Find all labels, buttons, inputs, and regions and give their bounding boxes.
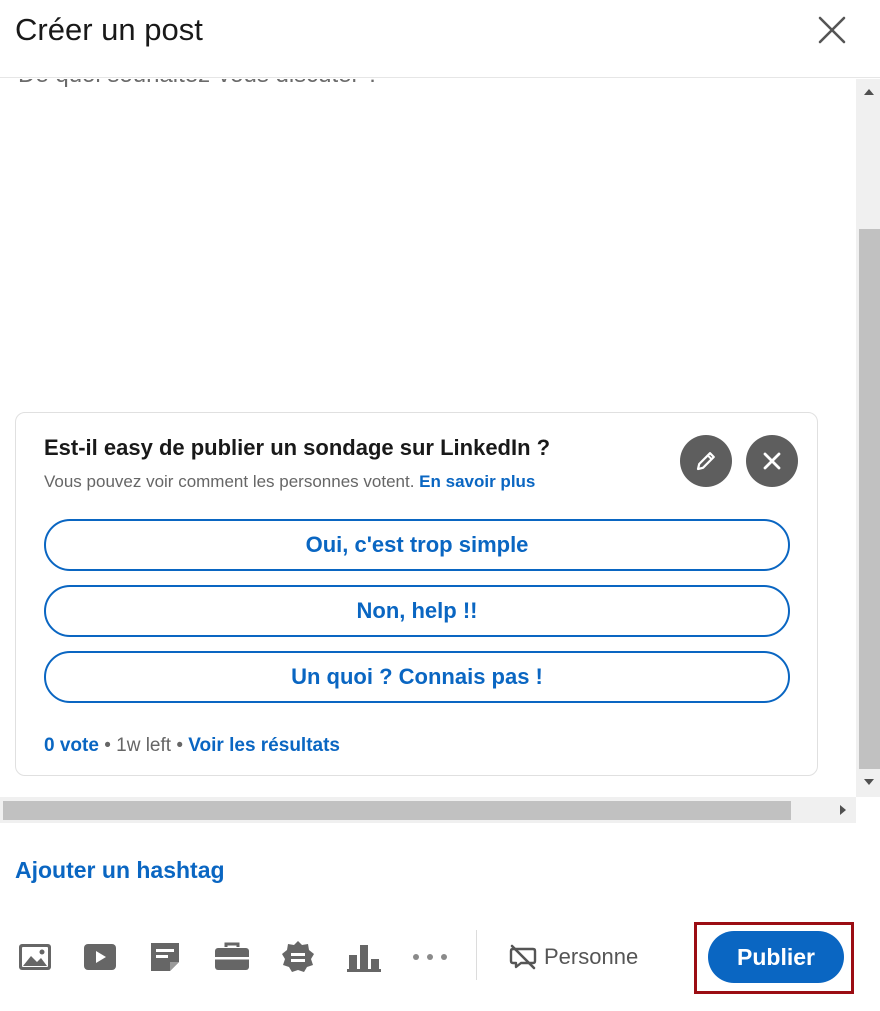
poll-icon[interactable] xyxy=(344,937,384,977)
scroll-right-icon[interactable] xyxy=(840,805,846,815)
job-icon[interactable] xyxy=(212,937,252,977)
editor-placeholder: De quoi souhaitez-vous discuter ? xyxy=(18,79,380,89)
close-icon[interactable] xyxy=(814,12,850,48)
video-icon[interactable] xyxy=(80,937,120,977)
comment-visibility-button[interactable]: Personne xyxy=(508,939,638,975)
pencil-icon xyxy=(696,452,715,471)
more-icon[interactable] xyxy=(410,937,450,977)
time-left: 1w left xyxy=(116,735,172,756)
poll-subtitle: Vous pouvez voir comment les personnes v… xyxy=(44,472,535,492)
toolbar-divider xyxy=(476,930,477,980)
post-editor[interactable]: De quoi souhaitez-vous discuter ? Est-il… xyxy=(0,79,880,824)
edit-poll-button[interactable] xyxy=(680,435,732,487)
poll-subtitle-text: Vous pouvez voir comment les personnes v… xyxy=(44,472,415,491)
vertical-scrollbar[interactable] xyxy=(856,79,880,797)
add-hashtag-link[interactable]: Ajouter un hashtag xyxy=(15,857,225,884)
post-toolbar: Personne Publier xyxy=(0,922,880,995)
scrollbar-thumb[interactable] xyxy=(3,801,791,820)
visibility-label: Personne xyxy=(544,944,639,969)
photo-icon[interactable] xyxy=(15,937,55,977)
scroll-up-icon[interactable] xyxy=(864,89,874,95)
poll-option-2[interactable]: Non, help !! xyxy=(44,585,790,637)
scrollbar-corner xyxy=(856,797,880,823)
close-icon xyxy=(763,452,781,470)
horizontal-scrollbar[interactable] xyxy=(0,797,856,823)
footer-separator: • xyxy=(171,735,189,756)
publish-button[interactable]: Publier xyxy=(708,931,844,983)
document-icon[interactable] xyxy=(145,937,185,977)
poll-option-3[interactable]: Un quoi ? Connais pas ! xyxy=(44,651,790,703)
poll-question: Est-il easy de publier un sondage sur Li… xyxy=(44,435,551,460)
footer-separator: • xyxy=(98,735,117,756)
scroll-down-icon[interactable] xyxy=(864,779,874,785)
poll-option-1[interactable]: Oui, c'est trop simple xyxy=(44,519,790,571)
poll-footer: 0 vote • 1w left • Voir les résultats xyxy=(44,735,340,757)
learn-more-link[interactable]: En savoir plus xyxy=(419,472,535,491)
scrollbar-thumb[interactable] xyxy=(859,229,880,769)
modal-header: Créer un post xyxy=(0,0,880,78)
comment-off-icon xyxy=(509,944,537,970)
poll-card: Est-il easy de publier un sondage sur Li… xyxy=(15,412,818,776)
vote-count[interactable]: 0 vote xyxy=(44,735,99,756)
modal-title: Créer un post xyxy=(15,12,203,47)
view-results-link[interactable]: Voir les résultats xyxy=(188,735,340,756)
celebrate-icon[interactable] xyxy=(278,937,318,977)
remove-poll-button[interactable] xyxy=(746,435,798,487)
